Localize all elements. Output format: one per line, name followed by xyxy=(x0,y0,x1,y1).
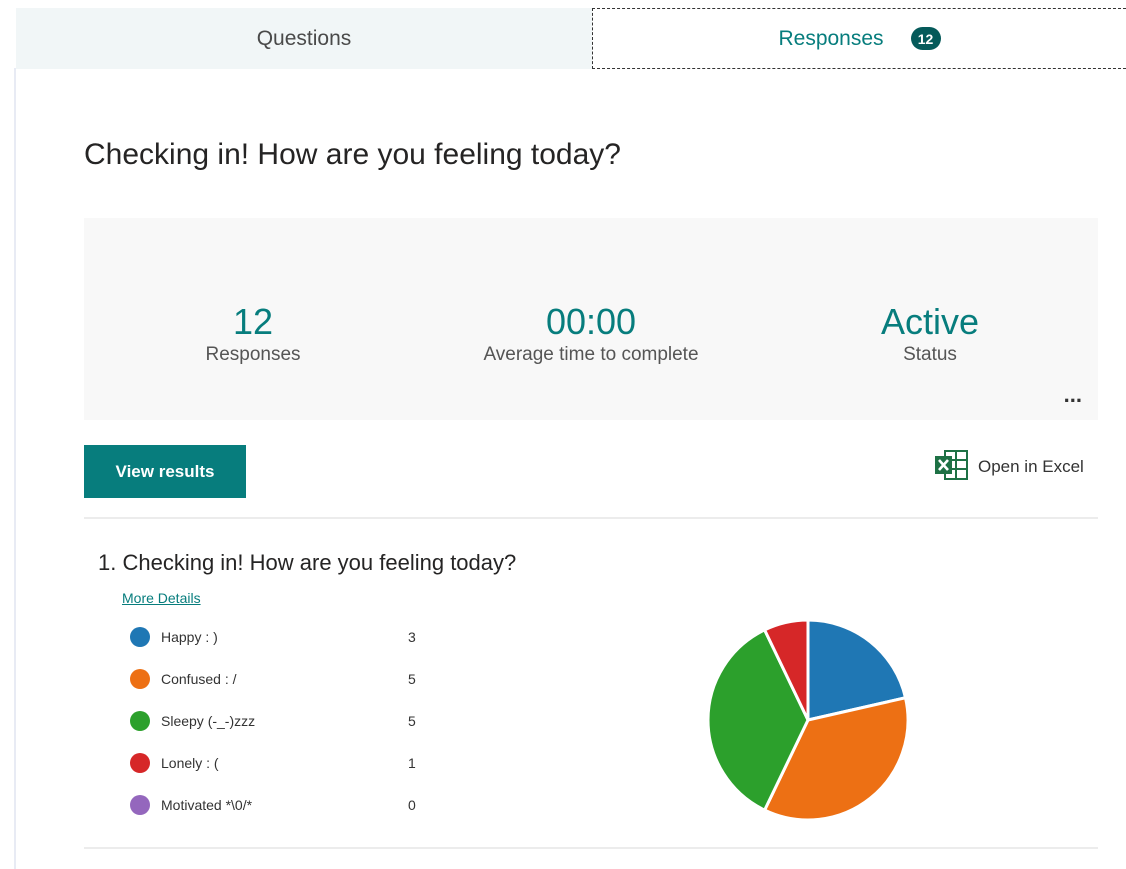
excel-icon xyxy=(934,449,968,485)
legend-item: Motivated *\0/* 0 xyxy=(130,794,416,816)
legend-color-dot xyxy=(130,753,150,773)
question-title: 1. Checking in! How are you feeling toda… xyxy=(98,550,517,575)
divider xyxy=(84,847,1098,849)
legend-color-dot xyxy=(130,627,150,647)
open-in-excel-label: Open in Excel xyxy=(978,457,1084,476)
legend-count: 0 xyxy=(408,797,416,813)
legend-count: 5 xyxy=(408,713,416,729)
average-time-value: 00:00 xyxy=(545,301,637,342)
tab-bar: Questions Responses 12 xyxy=(16,8,1126,69)
left-border xyxy=(14,68,16,869)
more-details-link[interactable]: More Details xyxy=(122,590,201,606)
legend-count: 3 xyxy=(408,629,416,645)
responses-label: Responses xyxy=(205,344,301,365)
legend-item: Lonely : ( 1 xyxy=(130,752,416,774)
legend-color-dot xyxy=(130,669,150,689)
responses-count: 12 xyxy=(232,301,274,342)
summary-panel: 12 Responses 00:00 Average time to compl… xyxy=(84,218,1098,420)
status-value: Active xyxy=(880,301,980,342)
legend-label: Confused : / xyxy=(161,671,237,687)
legend-label: Sleepy (-_-)zzz xyxy=(161,713,256,729)
responses-count-badge: 12 xyxy=(910,27,941,50)
more-options-button[interactable]: ... xyxy=(1064,382,1082,408)
legend-count: 1 xyxy=(408,755,416,771)
tab-questions[interactable]: Questions xyxy=(16,8,592,69)
form-title: Checking in! How are you feeling today? xyxy=(84,138,621,171)
stat-status: Active Status xyxy=(780,300,1080,366)
tab-responses-label: Responses xyxy=(778,26,884,50)
legend-color-dot xyxy=(130,795,150,815)
legend-item: Confused : / 5 xyxy=(130,668,416,690)
tab-responses[interactable]: Responses 12 xyxy=(592,8,1126,69)
stat-average-time: 00:00 Average time to complete xyxy=(441,300,741,366)
status-label: Status xyxy=(903,344,957,365)
legend-item: Sleepy (-_-)zzz 5 xyxy=(130,710,416,732)
stat-responses: 12 Responses xyxy=(103,300,403,366)
tab-questions-label: Questions xyxy=(256,26,352,50)
average-time-label: Average time to complete xyxy=(483,344,699,365)
view-results-button[interactable]: View results xyxy=(84,445,246,498)
legend-label: Happy : ) xyxy=(161,629,218,645)
divider xyxy=(84,517,1098,519)
legend-color-dot xyxy=(130,711,150,731)
legend-label: Motivated *\0/* xyxy=(161,797,253,813)
pie-chart xyxy=(706,618,910,822)
open-in-excel-button[interactable]: Open in Excel xyxy=(934,449,1084,485)
legend-label: Lonely : ( xyxy=(161,755,219,771)
legend-count: 5 xyxy=(408,671,416,687)
legend-item: Happy : ) 3 xyxy=(130,626,416,648)
